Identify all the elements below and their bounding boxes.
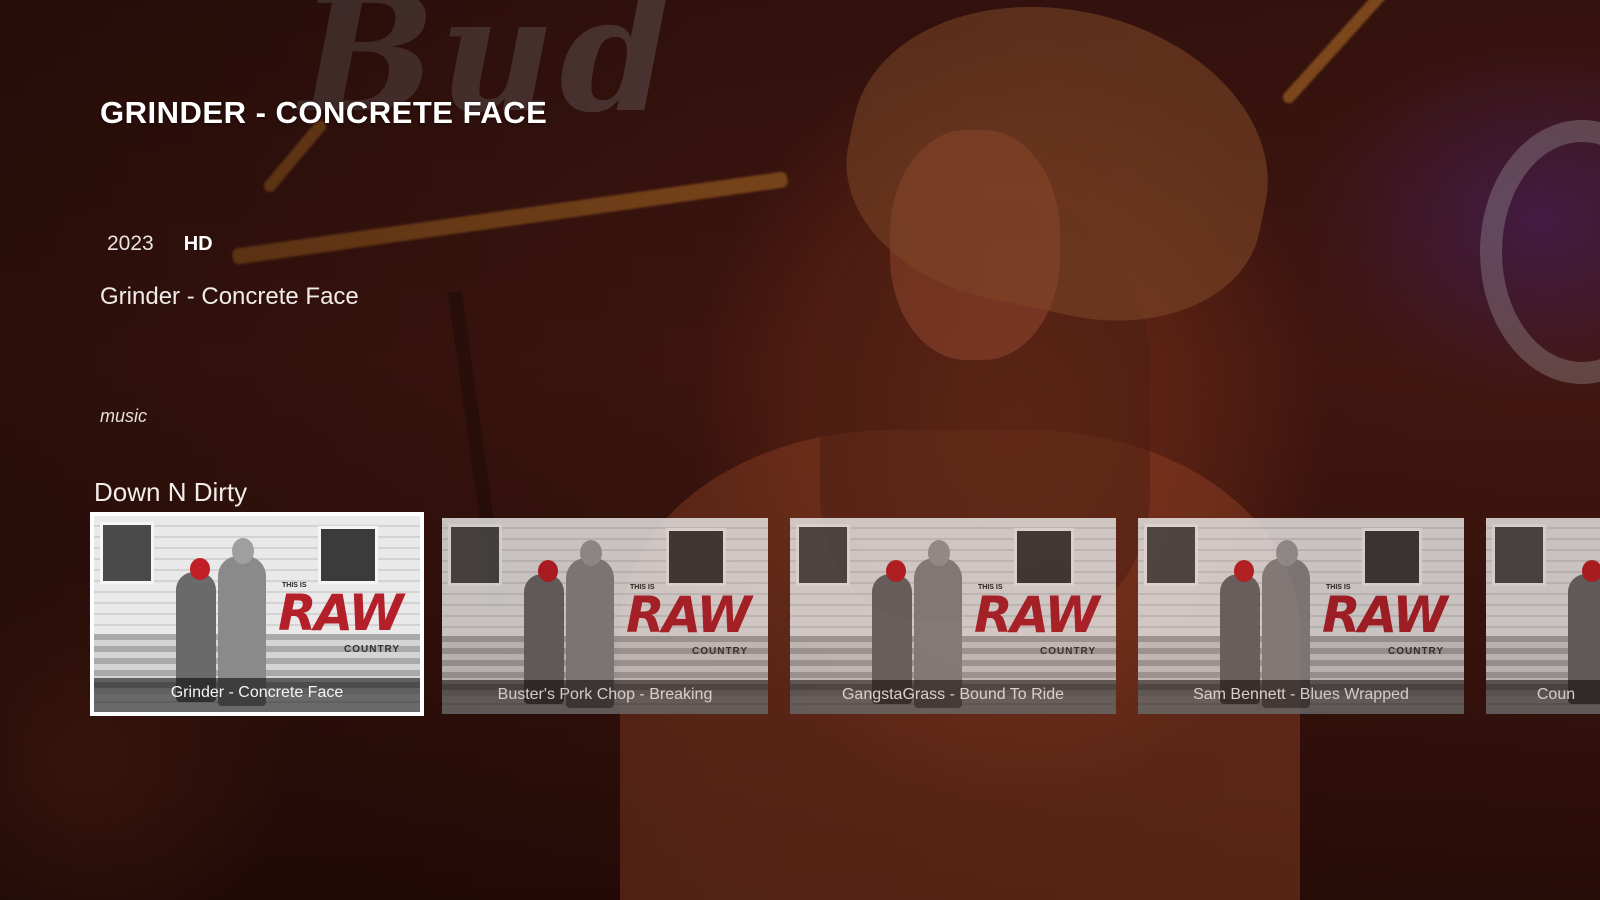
thumbnail-window — [448, 524, 502, 586]
thumbnail-window — [666, 528, 726, 586]
background-shade — [0, 0, 1600, 900]
thumbnail-brand-sub: COUNTRY — [1388, 646, 1445, 657]
thumbnail-person-head — [232, 538, 254, 564]
video-card[interactable]: THIS ISRAWCOUNTRYCoun — [1486, 518, 1600, 714]
thumbnail-person-head — [1276, 540, 1298, 566]
thumbnail-window — [1492, 524, 1546, 586]
thumbnail-window — [1144, 524, 1198, 586]
row-title: Down N Dirty — [94, 477, 248, 507]
card-caption: Sam Bennett - Blues Wrapped — [1138, 680, 1464, 714]
card-caption: Buster's Pork Chop - Breaking — [442, 680, 768, 714]
video-card[interactable]: THIS IS RAW COUNTRY Buster's Pork Chop - Br… — [442, 518, 768, 714]
thumbnail-person-head — [1582, 560, 1600, 582]
thumbnail-window — [1362, 528, 1422, 586]
thumbnail-person-head — [538, 560, 558, 582]
video-card[interactable]: THIS IS RAW COUNTRY Grinder - Concrete Face — [90, 512, 424, 716]
card-caption: Coun — [1486, 680, 1600, 714]
card-caption: Grinder - Concrete Face — [94, 678, 420, 712]
thumbnail-brand-sub: COUNTRY — [344, 644, 401, 655]
release-year: 2023 — [107, 232, 154, 255]
thumbnail-window — [796, 524, 850, 586]
thumbnail-brand: RAW — [974, 586, 1100, 644]
thumbnail-brand: RAW — [626, 586, 752, 644]
content-row: THIS IS RAW COUNTRY Grinder - Concrete Face… — [90, 512, 1600, 716]
thumbnail-person-head — [190, 558, 210, 580]
genre-label: music — [100, 406, 148, 426]
thumbnail-brand-sub: COUNTRY — [692, 646, 749, 657]
thumbnail-person-head — [886, 560, 906, 582]
thumbnail-brand-sub: COUNTRY — [1040, 646, 1097, 657]
thumbnail-person-head — [928, 540, 950, 566]
video-card[interactable]: THIS IS RAW COUNTRY GangstaGrass - Bound To… — [790, 518, 1116, 714]
thumbnail-window — [1014, 528, 1074, 586]
thumbnail-person-head — [580, 540, 602, 566]
thumbnail-person-head — [1234, 560, 1254, 582]
quality-badge: HD — [183, 232, 213, 255]
video-card[interactable]: THIS IS RAW COUNTRY Sam Bennett - Blues Wra… — [1138, 518, 1464, 714]
metadata-row: 2023 HD — [107, 232, 213, 256]
page-title: GRINDER - CONCRETE FACE — [100, 95, 548, 130]
thumbnail-brand: RAW — [278, 584, 404, 642]
card-caption: GangstaGrass - Bound To Ride — [790, 680, 1116, 714]
background-artwork: Bud — [0, 0, 1600, 900]
thumbnail-brand: RAW — [1322, 586, 1448, 644]
thumbnail-window — [318, 526, 378, 584]
description: Grinder - Concrete Face — [100, 283, 359, 310]
thumbnail-window — [100, 522, 154, 584]
